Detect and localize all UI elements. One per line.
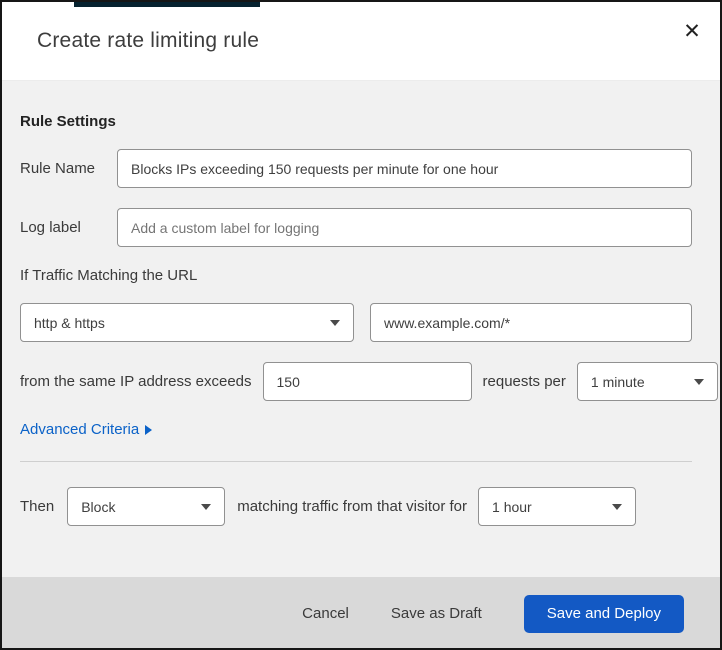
- chevron-down-icon: [201, 503, 212, 510]
- advanced-criteria-label: Advanced Criteria: [20, 421, 140, 438]
- advanced-criteria-link[interactable]: Advanced Criteria: [20, 421, 153, 438]
- then-label: Then: [20, 498, 55, 515]
- chevron-down-icon: [612, 503, 623, 510]
- threshold-row: from the same IP address exceeds request…: [20, 362, 718, 401]
- request-threshold-input[interactable]: [262, 362, 472, 401]
- rule-name-row: Rule Name: [20, 149, 692, 188]
- chevron-down-icon: [330, 319, 340, 326]
- rule-name-label: Rule Name: [20, 160, 96, 177]
- modal-header: Create rate limiting rule ✕: [2, 2, 720, 81]
- underlying-page-bar: [74, 2, 260, 7]
- action-middle-text: matching traffic from that visitor for: [237, 498, 468, 515]
- log-label-input[interactable]: [117, 208, 692, 247]
- duration-select[interactable]: 1 hour: [478, 487, 637, 526]
- cancel-button[interactable]: Cancel: [302, 605, 349, 622]
- action-select[interactable]: Block: [67, 487, 226, 526]
- period-select-value: 1 minute: [590, 373, 645, 390]
- scheme-select-value: http & https: [34, 314, 105, 331]
- url-match-row: http & https: [20, 303, 692, 342]
- section-divider: [20, 461, 692, 462]
- action-select-value: Block: [81, 498, 116, 515]
- traffic-match-intro: If Traffic Matching the URL: [20, 267, 198, 284]
- save-as-draft-button[interactable]: Save as Draft: [391, 605, 482, 622]
- section-title-rule-settings: Rule Settings: [20, 113, 116, 130]
- arrow-right-icon: [145, 424, 153, 435]
- duration-select-value: 1 hour: [492, 498, 532, 515]
- modal-footer: Cancel Save as Draft Save and Deploy: [2, 577, 720, 648]
- period-select[interactable]: 1 minute: [576, 362, 718, 401]
- screenshot-frame: Create rate limiting rule ✕ Rule Setting…: [0, 0, 722, 650]
- threshold-text: from the same IP address exceeds: [20, 373, 252, 390]
- requests-per-text: requests per: [482, 373, 566, 390]
- log-label-label: Log label: [20, 219, 81, 236]
- chevron-down-icon: [693, 378, 704, 385]
- log-label-row: Log label: [20, 208, 692, 247]
- modal-body: Rule Settings Rule Name Log label If Tra…: [2, 81, 720, 577]
- modal-title: Create rate limiting rule: [37, 29, 260, 52]
- rule-name-input[interactable]: [117, 149, 692, 188]
- close-icon[interactable]: ✕: [676, 16, 708, 48]
- scheme-select[interactable]: http & https: [20, 303, 354, 342]
- action-row: Then Block matching traffic from that vi…: [20, 487, 692, 526]
- url-pattern-input[interactable]: [370, 303, 692, 342]
- save-and-deploy-button[interactable]: Save and Deploy: [523, 594, 684, 633]
